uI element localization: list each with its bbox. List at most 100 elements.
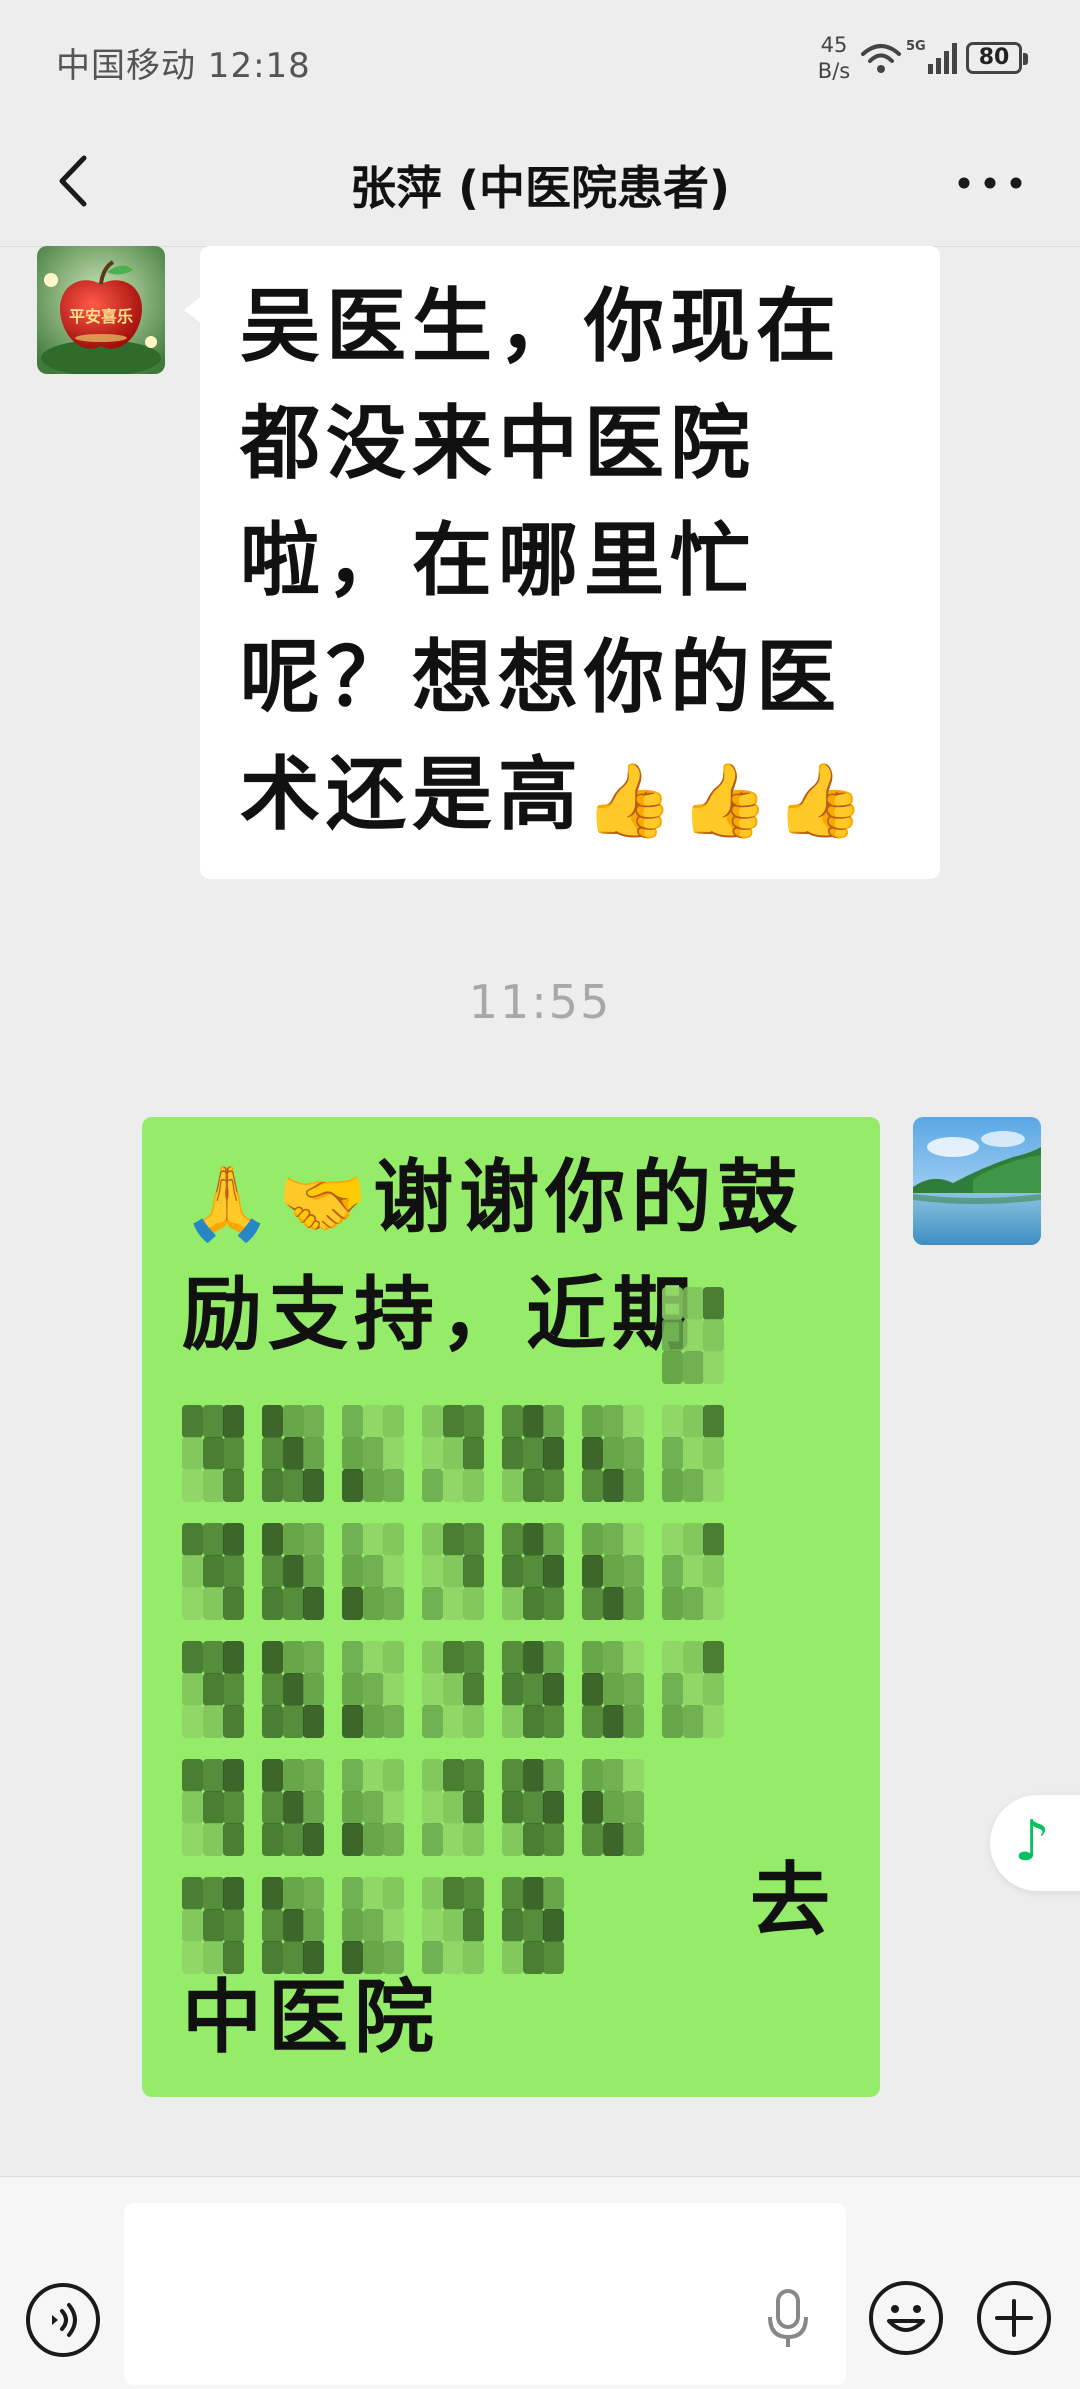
- mosaic-pixel: [223, 1941, 245, 1974]
- mosaic-pixel: [442, 1641, 464, 1674]
- mosaic-pixel: [543, 1469, 565, 1502]
- net-speed-unit: B/s: [817, 59, 851, 83]
- mosaic-pixel: [502, 1791, 524, 1824]
- mosaic-pixel: [502, 1877, 524, 1910]
- mosaic-pixel: [442, 1823, 464, 1856]
- mosaic-pixel: [342, 1877, 364, 1910]
- mosaic-pixel: [282, 1641, 304, 1674]
- my-avatar[interactable]: [913, 1117, 1041, 1245]
- mosaic-pixel: [282, 1823, 304, 1856]
- mosaic-pixel: [502, 1759, 524, 1792]
- mosaic-pixel: [703, 1287, 725, 1320]
- mosaic-pixel: [703, 1705, 725, 1738]
- more-dots-icon[interactable]: [950, 158, 1030, 208]
- mosaic-pixel: [463, 1523, 485, 1556]
- mosaic-pixel: [303, 1941, 325, 1974]
- voice-icon[interactable]: [26, 2283, 100, 2357]
- mosaic-pixel: [682, 1351, 704, 1384]
- chevron-left-icon[interactable]: [44, 146, 104, 216]
- mosaic-pixel: [623, 1641, 645, 1674]
- apple-avatar-image: 平安喜乐: [37, 246, 165, 374]
- mosaic-pixel: [442, 1759, 464, 1792]
- pixelated-mosaic: [182, 1287, 862, 2047]
- mosaic-pixel: [623, 1759, 645, 1792]
- mosaic-pixel: [522, 1437, 544, 1470]
- mosaic-pixel: [463, 1469, 485, 1502]
- mosaic-pixel: [442, 1555, 464, 1588]
- floating-music-button[interactable]: ♪: [990, 1795, 1080, 1891]
- emoji-icon[interactable]: [869, 2281, 943, 2355]
- mosaic-pixel: [582, 1587, 604, 1620]
- mosaic-pixel: [202, 1405, 224, 1438]
- mosaic-pixel: [282, 1587, 304, 1620]
- mosaic-pixel: [303, 1555, 325, 1588]
- mosaic-pixel: [422, 1791, 444, 1824]
- mosaic-pixel: [422, 1759, 444, 1792]
- mosaic-pixel: [623, 1469, 645, 1502]
- mosaic-pixel: [422, 1641, 444, 1674]
- mosaic-pixel: [662, 1523, 684, 1556]
- outgoing-message-bubble[interactable]: 🙏🤝谢谢你的鼓励支持，近期 去 中医院: [142, 1117, 880, 2097]
- mosaic-pixel: [202, 1469, 224, 1502]
- status-bar: 中国移动 12:18 45 B/s 5G 80: [0, 0, 1080, 118]
- mosaic-pixel: [662, 1673, 684, 1706]
- mosaic-pixel: [303, 1673, 325, 1706]
- mosaic-pixel: [703, 1523, 725, 1556]
- mosaic-pixel: [682, 1319, 704, 1352]
- mosaic-pixel: [543, 1791, 565, 1824]
- mosaic-pixel: [182, 1555, 204, 1588]
- mosaic-pixel: [442, 1705, 464, 1738]
- mosaic-pixel: [182, 1587, 204, 1620]
- plus-icon[interactable]: [977, 2281, 1051, 2355]
- mosaic-pixel: [362, 1759, 384, 1792]
- incoming-message-bubble[interactable]: 吴医生，你现在都没来中医院啦，在哪里忙呢？想想你的医术还是高👍👍👍: [184, 246, 940, 879]
- contact-avatar[interactable]: 平安喜乐: [37, 246, 165, 374]
- mosaic-pixel: [362, 1405, 384, 1438]
- mosaic-pixel: [342, 1673, 364, 1706]
- mosaic-pixel: [602, 1823, 624, 1856]
- message-input[interactable]: [124, 2203, 846, 2385]
- chat-header: 张萍 (中医院患者): [0, 118, 1080, 247]
- mosaic-pixel: [182, 1673, 204, 1706]
- mosaic-pixel: [303, 1909, 325, 1942]
- mosaic-pixel: [362, 1523, 384, 1556]
- mosaic-pixel: [422, 1437, 444, 1470]
- mosaic-pixel: [682, 1555, 704, 1588]
- mosaic-pixel: [362, 1823, 384, 1856]
- mosaic-pixel: [522, 1405, 544, 1438]
- mosaic-pixel: [282, 1791, 304, 1824]
- mosaic-pixel: [262, 1523, 284, 1556]
- mosaic-pixel: [202, 1523, 224, 1556]
- mosaic-pixel: [383, 1673, 405, 1706]
- mosaic-pixel: [522, 1877, 544, 1910]
- microphone-icon[interactable]: [763, 2287, 813, 2351]
- network-type: 5G: [906, 39, 926, 54]
- mosaic-pixel: [703, 1673, 725, 1706]
- mosaic-pixel: [303, 1523, 325, 1556]
- mosaic-pixel: [623, 1437, 645, 1470]
- mosaic-pixel: [223, 1469, 245, 1502]
- mosaic-pixel: [703, 1469, 725, 1502]
- mosaic-pixel: [522, 1759, 544, 1792]
- mosaic-pixel: [522, 1673, 544, 1706]
- mosaic-pixel: [342, 1759, 364, 1792]
- mosaic-pixel: [543, 1587, 565, 1620]
- mosaic-pixel: [422, 1523, 444, 1556]
- mosaic-pixel: [682, 1469, 704, 1502]
- mosaic-pixel: [422, 1909, 444, 1942]
- mosaic-pixel: [422, 1823, 444, 1856]
- mosaic-pixel: [223, 1523, 245, 1556]
- mosaic-pixel: [502, 1523, 524, 1556]
- mosaic-pixel: [422, 1555, 444, 1588]
- mosaic-pixel: [662, 1587, 684, 1620]
- mosaic-pixel: [383, 1469, 405, 1502]
- mosaic-pixel: [282, 1909, 304, 1942]
- mosaic-pixel: [502, 1587, 524, 1620]
- mosaic-pixel: [182, 1469, 204, 1502]
- mosaic-pixel: [383, 1705, 405, 1738]
- mosaic-pixel: [662, 1405, 684, 1438]
- mosaic-pixel: [282, 1555, 304, 1588]
- mosaic-pixel: [662, 1351, 684, 1384]
- mosaic-pixel: [383, 1909, 405, 1942]
- mosaic-pixel: [303, 1641, 325, 1674]
